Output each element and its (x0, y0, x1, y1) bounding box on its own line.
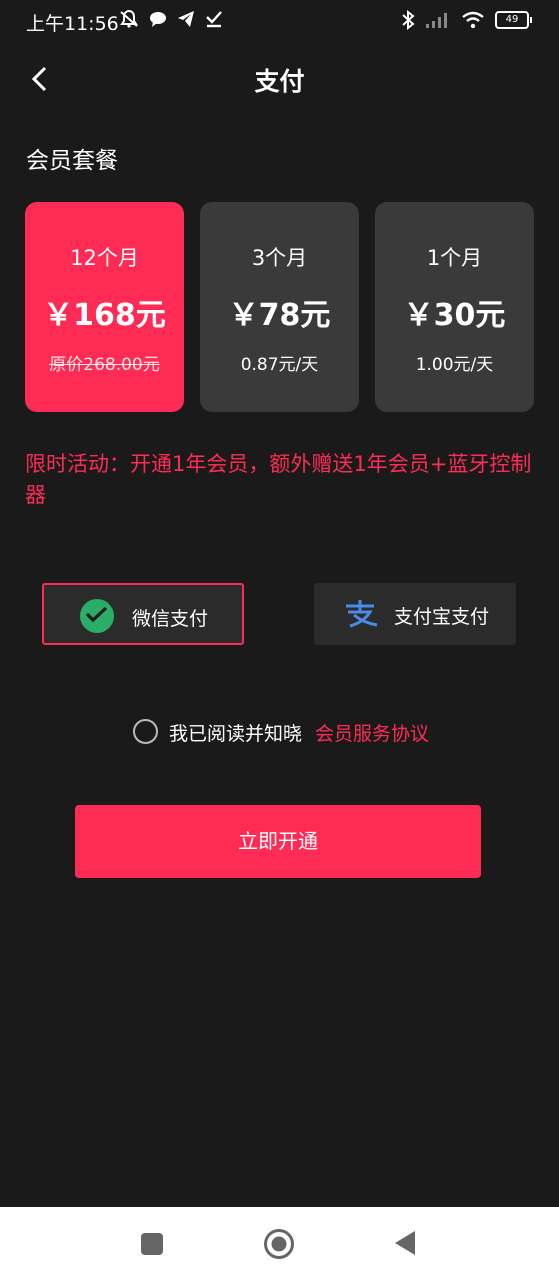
promo-text: 限时活动：开通1年会员，额外赠送1年会员+蓝牙控制器 (25, 452, 532, 507)
status-system-icons: 49 (401, 10, 532, 30)
plan-original-price: 原价268.00元 (49, 355, 160, 375)
home-button[interactable] (263, 1228, 295, 1264)
alipay-icon (342, 597, 378, 631)
plan-card-1-month[interactable]: 1个月 ￥30元 1.00元/天 (375, 202, 534, 412)
membership-agreement-link[interactable]: 会员服务协议 (315, 719, 429, 746)
plan-daily-price: 1.00元/天 (415, 355, 494, 375)
section-title: 会员套餐 (26, 148, 118, 174)
plan-price: ￥30元 (403, 298, 506, 333)
header: 支付 (0, 52, 559, 102)
plan-name: 1个月 (426, 246, 483, 270)
home-circle-icon (264, 1229, 294, 1259)
plan-card-12-months[interactable]: 12个月 ￥168元 原价268.00元 (25, 202, 184, 412)
wechat-pay-option[interactable]: 微信支付 (42, 583, 244, 645)
plan-price: ￥78元 (228, 298, 331, 333)
alipay-label: 支付宝支付 (394, 606, 490, 628)
plan-list: 12个月 ￥168元 原价268.00元 3个月 ￥78元 0.87元/天 1个… (25, 202, 535, 412)
telegram-icon (176, 9, 196, 29)
back-system-button[interactable] (393, 1230, 417, 1260)
status-bar: 上午11:56 49 (0, 0, 559, 40)
activate-button[interactable]: 立即开通 (75, 805, 481, 878)
download-check-icon (204, 9, 224, 29)
square-icon (141, 1233, 163, 1255)
plan-name: 12个月 (70, 246, 139, 270)
agreement-text: 我已阅读并知晓 (169, 723, 303, 745)
chat-bubble-icon (148, 9, 168, 29)
wechat-pay-label: 微信支付 (132, 608, 209, 630)
recent-apps-button[interactable] (140, 1232, 164, 1260)
triangle-back-icon (395, 1231, 415, 1255)
alipay-option[interactable]: 支付宝支付 (314, 583, 516, 645)
mute-bell-icon (118, 9, 140, 29)
plan-daily-price: 0.87元/天 (240, 355, 319, 375)
battery-icon: 49 (495, 11, 532, 29)
page-title: 支付 (254, 67, 305, 96)
wifi-icon (461, 11, 485, 29)
plan-name: 3个月 (251, 246, 308, 270)
bluetooth-icon (401, 10, 415, 30)
agree-radio[interactable] (133, 719, 158, 744)
status-notification-icons (118, 9, 224, 29)
signal-icon (425, 11, 451, 29)
system-navigation-bar (0, 1207, 559, 1280)
plan-price: ￥168元 (43, 298, 166, 333)
status-time: 上午11:56 (26, 13, 119, 35)
wechat-icon (80, 599, 114, 633)
plan-card-3-months[interactable]: 3个月 ￥78元 0.87元/天 (200, 202, 359, 412)
